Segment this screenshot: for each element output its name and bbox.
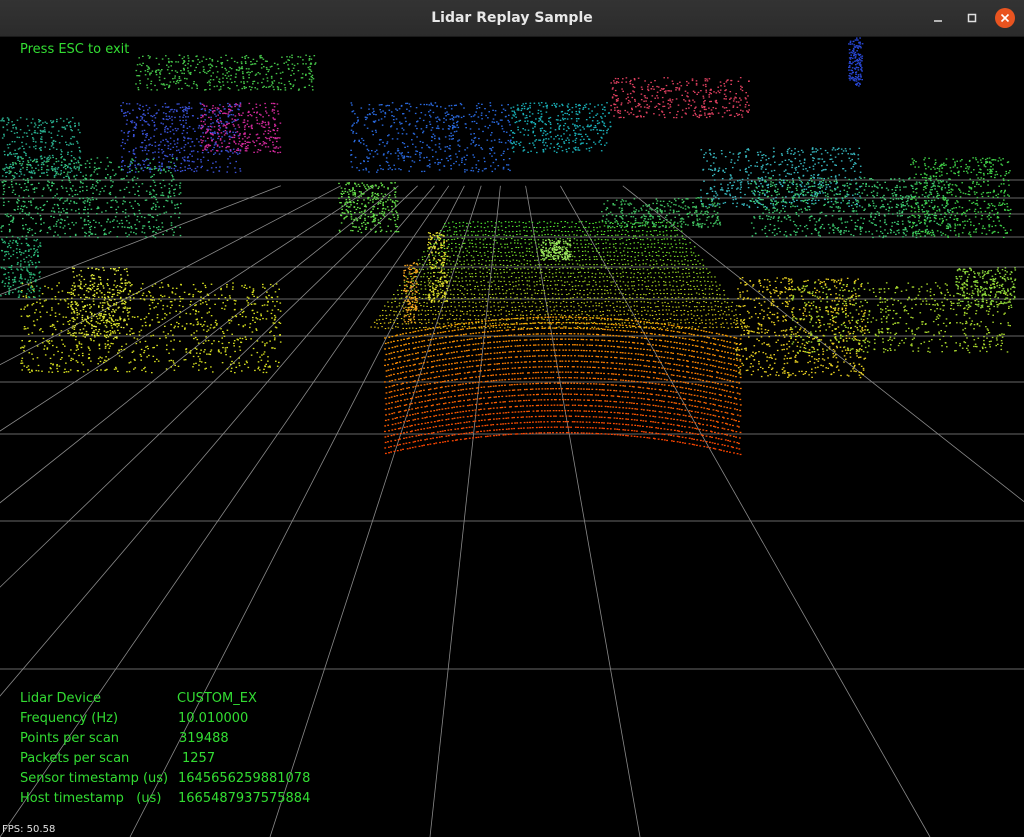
point-cluster [427,232,449,303]
scan-ring [408,271,711,275]
scan-ring [385,333,741,357]
point-cluster [0,117,82,179]
info-label: Sensor timestamp (us) [20,771,169,786]
scan-ring [375,317,746,321]
window-title: Lidar Replay Sample [431,10,593,26]
info-value: 10.010000 [178,711,249,726]
scan-ring [417,258,704,262]
maximize-icon [967,13,977,23]
minimize-button[interactable] [928,8,948,28]
point-cluster [350,102,512,173]
info-value: 1257 [182,751,216,766]
scan-ring [385,393,742,417]
scan-ring [399,284,721,288]
info-value: CUSTOM_EX [177,691,257,706]
scan-ring [411,267,708,271]
scan-ring [396,288,725,292]
scan-ring [384,305,738,309]
point-cloud-scene [0,37,1024,837]
point-cluster [750,177,952,239]
scan-ring [385,355,742,379]
grid-line [622,185,1024,503]
point-cluster [790,282,1012,354]
minimize-icon [934,20,942,22]
scan-ring [436,233,684,237]
info-label: Packets per scan [20,751,130,766]
scan-ring [384,322,741,346]
close-icon [1000,13,1010,23]
scan-ring [381,309,737,313]
info-label: Host timestamp (us) [20,791,162,806]
grid-line [560,185,931,837]
close-button[interactable] [995,8,1015,28]
title-bar[interactable]: Lidar Replay Sample [0,0,1024,37]
point-cluster [135,54,317,91]
scan-ring [384,426,741,450]
esc-hint: Press ESC to exit [20,42,130,57]
grid-line [269,185,482,837]
info-label: Frequency (Hz) [20,711,119,726]
point-cluster [848,37,864,87]
ground-grid [0,179,1024,837]
point-cluster [955,267,1017,308]
info-label: Points per scan [20,731,120,746]
info-value: 1665487937575884 [178,791,311,806]
info-value: 319488 [179,731,229,746]
point-cloud-viewport[interactable]: Press ESC to exit Lidar Device CUSTOM_EX… [0,37,1024,837]
point-cluster [20,282,282,374]
point-cluster [601,197,722,229]
grid-line [525,185,641,837]
scan-ring [439,229,683,233]
maximize-button[interactable] [962,8,982,28]
point-cluster [540,239,572,261]
point-cluster [700,147,862,209]
point-cloud [0,37,1017,456]
info-value: 1645656259881078 [178,771,311,786]
point-cluster [510,102,612,154]
scan-ring [430,242,691,246]
scan-ring [379,313,741,317]
point-cluster [200,102,282,154]
app-window: Lidar Replay Sample Press ESC to exit Li… [0,0,1024,837]
scan-ring [393,292,726,296]
info-label: Lidar Device [20,691,102,706]
point-cluster [70,267,132,339]
point-cluster [0,237,42,298]
scan-ring [384,432,742,456]
point-cluster [610,77,750,119]
point-cluster [403,262,419,323]
point-cluster [120,102,242,174]
scan-ring [415,263,705,266]
grid-line [429,185,501,837]
fps-counter: FPS: 50.58 [2,824,56,835]
